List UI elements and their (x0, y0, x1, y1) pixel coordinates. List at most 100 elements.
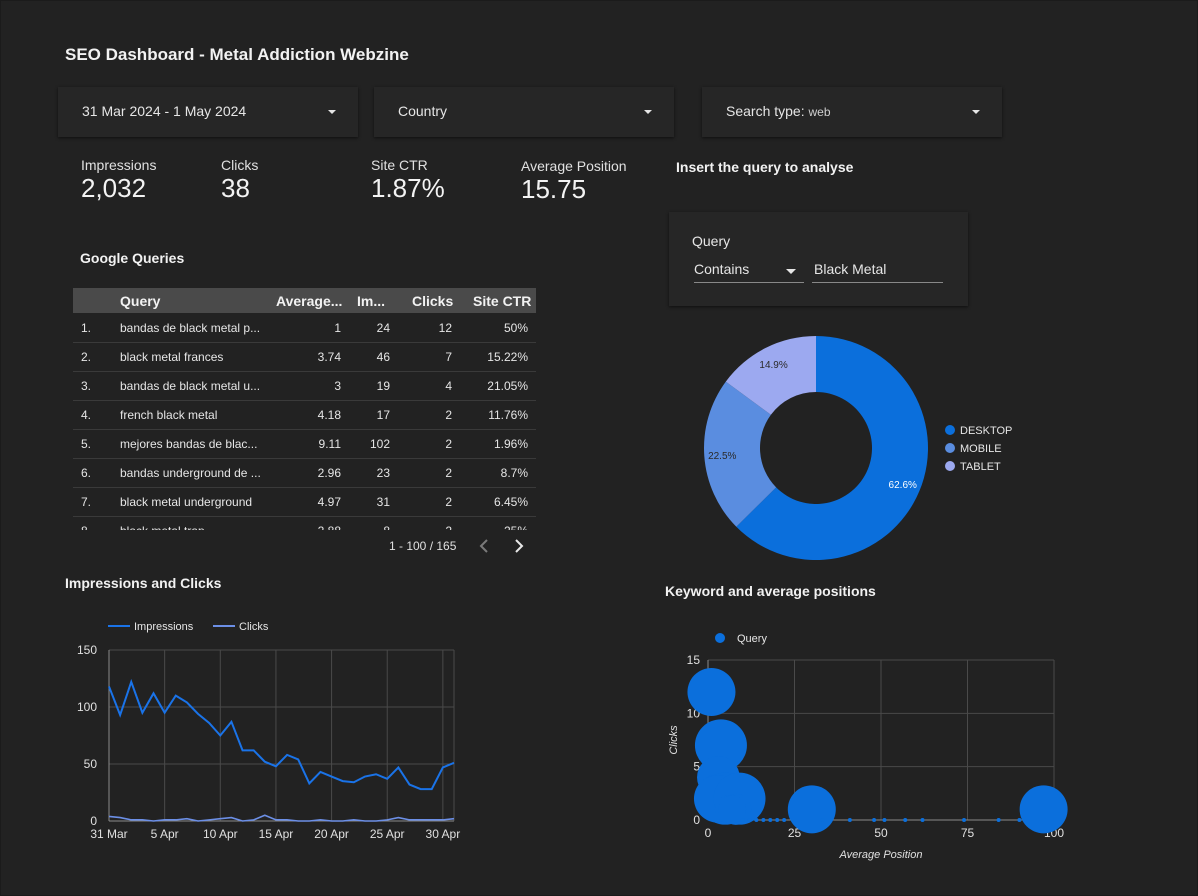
kpi-impressions: Impressions 2,032 (81, 157, 156, 204)
page-title: SEO Dashboard - Metal Addiction Webzine (65, 45, 409, 64)
cell-clicks: 4 (445, 379, 452, 393)
cell-clicks: 7 (445, 350, 452, 364)
kpi-value: 15.75 (521, 174, 587, 204)
cell-average-position: 3.74 (317, 350, 341, 364)
scatter-point (754, 818, 759, 822)
cell-impressions: 102 (369, 437, 390, 451)
table-row[interactable]: 7. black metal underground 4.97 31 2 6.45% (73, 487, 536, 517)
column-header-impressions[interactable]: Im... (357, 293, 385, 309)
cell-site-ctr: 50% (503, 321, 528, 335)
next-page-icon[interactable] (515, 539, 524, 553)
y-tick-label: 15 (687, 653, 701, 667)
search-type-label: Search type: web (726, 103, 831, 119)
series-line-impressions (108, 678, 455, 791)
kpi-label: Impressions (81, 157, 157, 173)
scatter-point (847, 818, 852, 822)
query-filter-heading: Insert the query to analyse (676, 159, 854, 175)
table-row[interactable]: 4. french black metal 4.18 17 2 11.76% (73, 400, 536, 430)
pie-data-label: 22.5% (708, 451, 736, 462)
cell-site-ctr: 25% (504, 524, 528, 530)
row-number: 4. (81, 408, 92, 422)
table-row[interactable]: 5. mejores bandas de blac... 9.11 102 2 1.96% (73, 429, 536, 459)
cell-site-ctr: 21.05% (487, 379, 528, 393)
scatter-point (761, 818, 766, 822)
table-row[interactable]: 1. bandas de black metal p... 1 24 12 50% (73, 313, 536, 343)
legend-swatch (945, 461, 955, 471)
legend-swatch (945, 443, 955, 453)
cell-query: black metal underground (120, 495, 253, 509)
dropdown-caret-icon (644, 110, 652, 114)
table-row[interactable]: 8. black metal trap 2.88 8 2 25% (73, 516, 536, 530)
cell-query: bandas underground de ... (120, 466, 261, 480)
column-header-clicks[interactable]: Clicks (412, 293, 453, 309)
pagination-range: 1 - 100 / 165 (389, 539, 457, 553)
y-tick-label: 0 (90, 814, 97, 828)
kpi-value: 2,032 (81, 173, 147, 203)
scatter-point (740, 818, 745, 822)
queries-table: Query Average... Im... Clicks Site CTR 1… (73, 288, 536, 530)
y-axis-title: Clicks (668, 725, 680, 755)
scatter-point (687, 668, 736, 716)
cell-impressions: 23 (376, 466, 390, 480)
cell-query: black metal frances (120, 350, 224, 364)
scatter-point (747, 818, 752, 822)
scatter-point (775, 818, 780, 822)
cell-site-ctr: 1.96% (493, 437, 528, 451)
cell-query: french black metal (120, 408, 218, 422)
kpi-clicks: Clicks 38 (221, 157, 258, 204)
kpi-label: Clicks (221, 157, 259, 173)
query-value-input[interactable]: Black Metal (812, 260, 943, 283)
row-number: 8. (81, 524, 91, 530)
date-range-control[interactable]: 31 Mar 2024 - 1 May 2024 (58, 87, 358, 137)
cell-average-position: 4.97 (317, 495, 341, 509)
x-tick-label: 20 Apr (314, 827, 349, 841)
row-number: 6. (81, 466, 92, 480)
table-row[interactable]: 3. bandas de black metal u... 3 19 4 21.05% (73, 371, 536, 401)
cell-impressions: 46 (376, 350, 390, 364)
x-tick-label: 0 (705, 826, 712, 840)
queries-table-title: Google Queries (80, 250, 185, 266)
device-donut-chart: 62.6% 22.5% 14.9% DESKTOP MOBILE TABLET (704, 336, 1012, 560)
kpi-label: Site CTR (371, 157, 428, 173)
table-row[interactable]: 2. black metal frances 3.74 46 7 15.22% (73, 342, 536, 372)
cell-average-position: 9.11 (318, 437, 341, 451)
column-header-site-ctr[interactable]: Site CTR (473, 293, 531, 309)
pie-data-label: 62.6% (889, 480, 917, 491)
country-label: Country (398, 103, 448, 119)
prev-page-icon[interactable] (479, 539, 488, 553)
cell-clicks: 2 (445, 495, 452, 509)
query-field-label: Query (692, 233, 731, 249)
query-operator-select[interactable]: Contains (694, 260, 804, 283)
field-underline (812, 282, 943, 283)
cell-average-position: 3 (334, 379, 341, 393)
column-header-query[interactable]: Query (120, 293, 160, 309)
column-header-average-position[interactable]: Average... (276, 293, 342, 309)
cell-impressions: 19 (376, 379, 390, 393)
country-control[interactable]: Country (374, 87, 674, 137)
legend-swatch (715, 633, 725, 643)
impressions-clicks-line-chart: 0 50 100 150 31 Mar 5 Apr 10 Apr 15 Apr 20 Apr 25… (77, 621, 461, 841)
query-filter-control: Query Contains Black Metal (669, 212, 968, 306)
cell-average-position: 1 (334, 321, 341, 335)
y-tick-label: 50 (84, 757, 98, 771)
kpi-site-ctr: Site CTR 1.87% (371, 157, 445, 204)
cell-average-position: 2.96 (317, 466, 341, 480)
cell-clicks: 2 (445, 408, 452, 422)
row-number: 1. (81, 321, 92, 335)
scatter-point (920, 818, 925, 822)
pie-data-label: 14.9% (759, 360, 787, 371)
cell-clicks: 2 (445, 524, 452, 530)
cell-impressions: 24 (376, 321, 390, 335)
x-axis-title: Average Position (839, 849, 923, 861)
cell-query: bandas de black metal u... (120, 379, 261, 393)
scatter-point (962, 818, 967, 822)
cell-clicks: 12 (438, 321, 452, 335)
scatter-point (903, 818, 908, 822)
x-tick-label: 31 Mar (90, 827, 127, 841)
x-tick-label: 5 Apr (151, 827, 179, 841)
scatter-point (782, 818, 787, 822)
search-type-control[interactable]: Search type: web (702, 87, 1002, 137)
legend-label: Query (737, 633, 767, 645)
x-tick-label: 30 Apr (426, 827, 461, 841)
table-row[interactable]: 6. bandas underground de ... 2.96 23 2 8.7% (73, 458, 536, 488)
